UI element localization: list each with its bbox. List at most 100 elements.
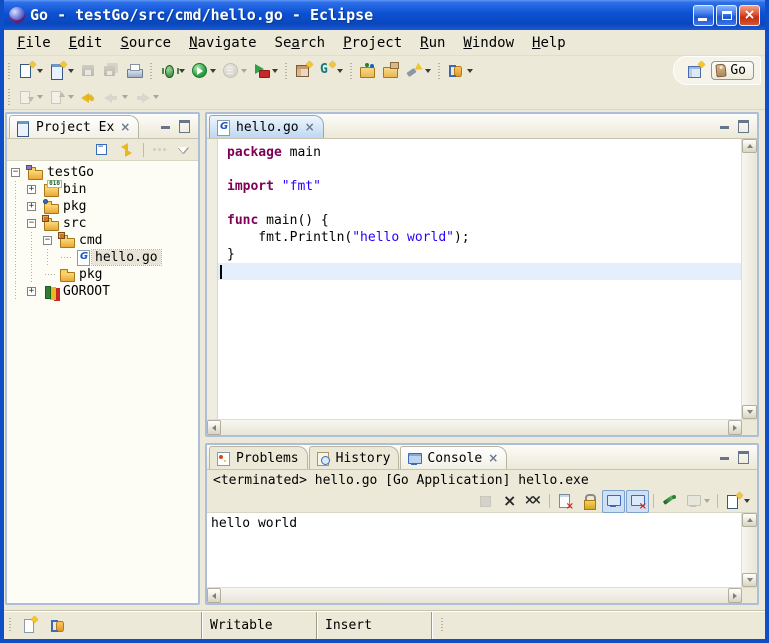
search-button[interactable] [403,59,434,82]
tree-item-cmd[interactable]: −cmd [7,232,198,249]
print-button[interactable] [123,59,146,82]
tree-item-pkg[interactable]: +pkg [7,198,198,215]
tree-item-testgo[interactable]: −testGo [7,164,198,181]
tab-history[interactable]: History [309,446,400,469]
tab-problems[interactable]: Problems [209,446,308,469]
remove-all-terminated-button[interactable] [522,490,545,513]
scroll-down-button[interactable] [742,573,757,587]
menu-navigate[interactable]: Navigate [180,33,265,53]
fast-view-button[interactable] [18,614,41,637]
link-with-editor-button[interactable] [116,138,139,161]
close-view-icon[interactable]: × [488,451,498,465]
menu-run[interactable]: Run [411,33,454,53]
new-go-element-button[interactable] [315,59,346,82]
dropdown-arrow-icon[interactable] [210,69,216,73]
close-editor-icon[interactable]: × [305,120,315,134]
run-button[interactable] [188,59,219,82]
tab-project-explorer[interactable]: Project Ex × [9,115,139,138]
view-menu-button[interactable] [172,138,195,161]
debug-button[interactable] [157,59,188,82]
new-wizard-button[interactable] [15,59,46,82]
menu-project[interactable]: Project [334,33,411,53]
open-console-button[interactable] [722,490,753,513]
remove-launch-button[interactable] [498,490,521,513]
minimize-editor-button[interactable] [718,117,735,134]
tree-item-src[interactable]: −src [7,215,198,232]
close-button[interactable]: × [739,5,760,26]
maximize-editor-button[interactable] [736,117,753,134]
import-button[interactable] [357,59,380,82]
export-button[interactable] [380,59,403,82]
collapse-all-button[interactable] [92,138,115,161]
tree-item-hello-go[interactable]: hello.go [7,249,198,266]
toolbar-handle[interactable] [6,61,13,81]
toolbar-handle[interactable] [6,87,13,107]
minimize-view-button[interactable] [159,117,176,134]
show-stderr-when-changed-button[interactable] [626,490,649,513]
menu-source[interactable]: Source [111,33,180,53]
pin-console-button[interactable] [658,490,681,513]
menu-edit[interactable]: Edit [60,33,112,53]
maximize-view-button[interactable] [177,117,194,134]
dropdown-arrow-icon[interactable] [425,69,431,73]
sync-status-button[interactable] [47,614,70,637]
menu-help[interactable]: Help [523,33,575,53]
toolbar-handle[interactable] [436,61,443,81]
tree-item-goroot[interactable]: +GOROOT [7,283,198,300]
console-output[interactable]: hello world [207,513,741,587]
scroll-up-button[interactable] [742,513,757,527]
new-project-button[interactable] [292,59,315,82]
tree-item-bin[interactable]: +010bin [7,181,198,198]
dropdown-arrow-icon[interactable] [337,69,343,73]
expander-minus-icon[interactable]: − [27,215,43,232]
maximize-button[interactable] [716,5,737,26]
new-menu-button[interactable] [46,59,77,82]
expander-plus-icon[interactable]: + [27,181,43,198]
toolbar-handle[interactable] [348,61,355,81]
scroll-up-button[interactable] [742,139,757,153]
maximize-view-button[interactable] [736,448,753,465]
editor-vertical-scrollbar[interactable] [741,139,757,419]
dropdown-arrow-icon[interactable] [272,69,278,73]
console-horizontal-scrollbar[interactable] [207,587,757,603]
last-edit-location-button[interactable] [77,86,100,109]
annotation-ruler[interactable] [207,139,218,419]
console-vertical-scrollbar[interactable] [741,513,757,587]
tab-hello-go[interactable]: hello.go × [209,115,324,138]
toolbar-handle[interactable] [283,61,290,81]
expander-plus-icon[interactable]: + [27,198,43,215]
go-perspective-button[interactable]: Go [711,61,754,80]
scroll-right-button[interactable] [728,588,742,603]
menu-search[interactable]: Search [266,33,335,53]
scroll-down-button[interactable] [742,405,757,419]
close-view-icon[interactable]: × [120,120,130,134]
expander-minus-icon[interactable]: − [43,232,59,249]
dropdown-arrow-icon[interactable] [744,499,750,503]
tree-item-pkg[interactable]: pkg [7,266,198,283]
clear-console-button[interactable] [554,490,577,513]
open-perspective-button[interactable] [684,59,707,82]
code-line: fmt.Println("hello world"); [218,229,741,246]
expander-plus-icon[interactable]: + [27,283,43,300]
minimize-button[interactable] [693,5,714,26]
external-tools-button[interactable] [250,59,281,82]
scroll-left-button[interactable] [207,588,221,603]
expander-minus-icon[interactable]: − [11,164,27,181]
editor-horizontal-scrollbar[interactable] [207,419,757,435]
minimize-view-button[interactable] [718,448,735,465]
dropdown-arrow-icon[interactable] [467,69,473,73]
tab-console[interactable]: Console× [400,446,507,469]
show-stdout-when-changed-button[interactable] [602,490,625,513]
scroll-right-button[interactable] [728,420,742,435]
menu-file[interactable]: File [8,33,60,53]
menu-window[interactable]: Window [454,33,523,53]
dropdown-arrow-icon[interactable] [37,69,43,73]
scroll-left-button[interactable] [207,420,221,435]
toolbar-handle[interactable] [148,61,155,81]
title-bar[interactable]: Go - testGo/src/cmd/hello.go - Eclipse × [4,0,765,30]
dropdown-arrow-icon[interactable] [179,69,185,73]
dropdown-arrow-icon[interactable] [68,69,74,73]
synchronize-button[interactable] [445,59,476,82]
scroll-lock-button[interactable] [578,490,601,513]
code-editor[interactable]: package mainimport "fmt"func main() { fm… [218,139,741,419]
